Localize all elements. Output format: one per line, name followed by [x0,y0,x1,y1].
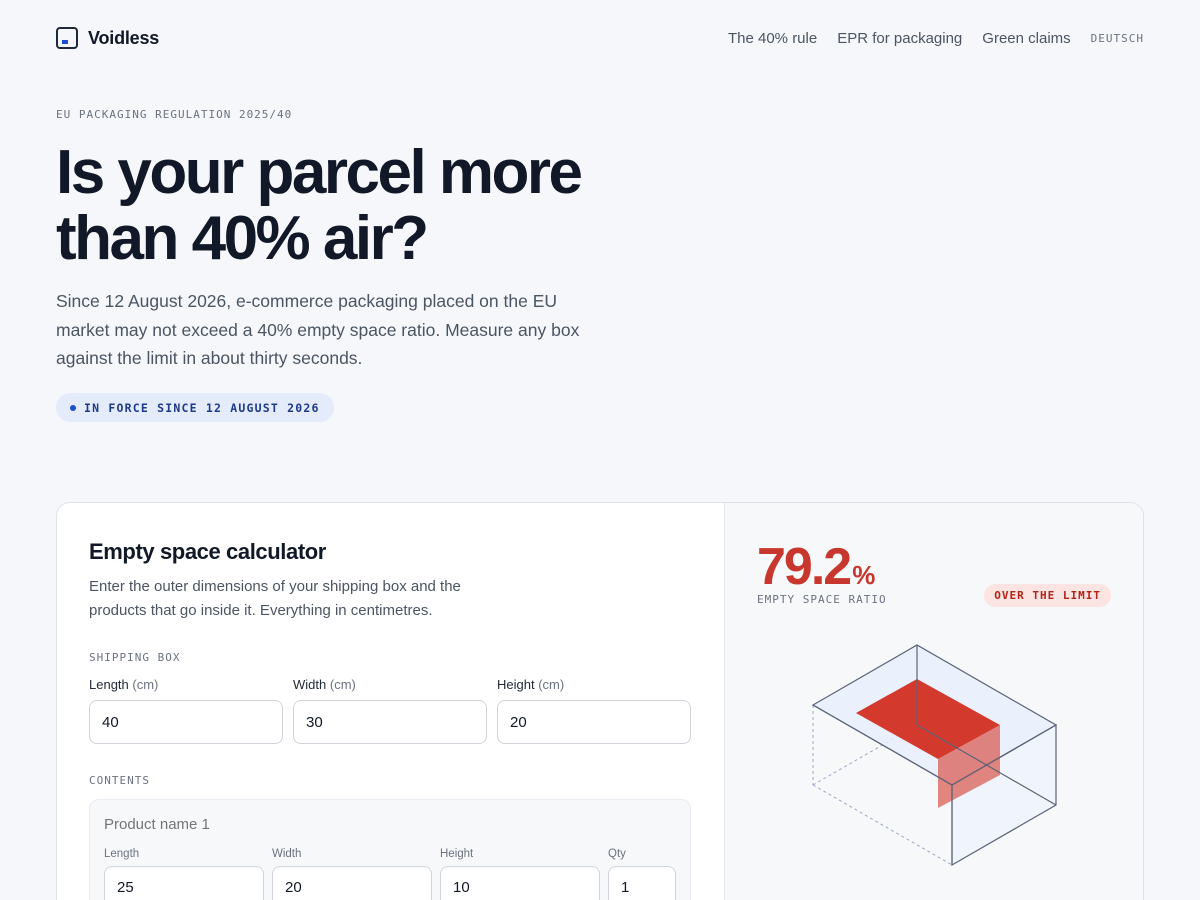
product-fields: Length Width Height Qty [104,848,676,900]
product-width-input[interactable] [272,866,432,900]
language-switch[interactable]: DEUTSCH [1091,32,1144,45]
shipping-box-fields: Length (cm) Width (cm) Height (cm) [89,677,691,744]
nav-item-green-claims[interactable]: Green claims [982,30,1070,47]
product-length-label: Length [104,848,140,860]
product-length-field: Length [104,848,264,900]
box-width-field: Width (cm) [293,677,487,744]
brand[interactable]: Voidless [56,27,159,49]
product-height-field: Height [440,848,600,900]
product-width-field: Width [272,848,432,900]
ratio-unit: % [852,560,876,590]
calculator-form: Empty space calculator Enter the outer d… [57,503,724,900]
contents-label: CONTENTS [89,774,150,787]
box-height-input[interactable] [497,700,691,744]
box-height-field: Height (cm) [497,677,691,744]
status-dot-icon [70,404,76,411]
shipping-box-label: SHIPPING BOX [89,651,181,664]
product-name-input[interactable] [104,816,404,833]
status-badge: OVER THE LIMIT [984,584,1111,607]
product-height-label: Height [440,848,474,860]
box-logo-icon [56,27,78,49]
empty-space-ratio: 79.2 % [757,537,875,597]
product-qty-input[interactable] [608,866,676,900]
box-length-input[interactable] [89,700,283,744]
site-header: Voidless The 40% rule EPR for packaging … [56,26,1144,50]
product-row: Length Width Height Qty [89,799,691,900]
product-qty-label: Qty [608,848,626,860]
status-badge-text: OVER THE LIMIT [994,589,1101,602]
hero-title: Is your parcel more than 40% air? [56,138,583,273]
box-width-input[interactable] [293,700,487,744]
in-force-pill-text: IN FORCE SINCE 12 AUGUST 2026 [84,400,320,415]
product-length-input[interactable] [104,866,264,900]
hero-subtitle: Since 12 August 2026, e-commerce packagi… [56,291,580,368]
box-visualization-icon [811,644,1058,867]
in-force-pill: IN FORCE SINCE 12 AUGUST 2026 [56,393,334,422]
product-width-label: Width [272,848,302,860]
hero-eyebrow: EU PACKAGING REGULATION 2025/40 [56,108,293,121]
calculator-description: Enter the outer dimensions of your shipp… [89,578,461,619]
box-height-label: Height (cm) [497,677,565,692]
ratio-label: EMPTY SPACE RATIO [757,593,887,606]
product-qty-field: Qty [608,848,676,900]
box-width-label: Width (cm) [293,677,356,692]
box-length-field: Length (cm) [89,677,283,744]
main-nav: The 40% rule EPR for packaging Green cla… [728,30,1144,47]
calculator-card: Empty space calculator Enter the outer d… [56,502,1144,900]
result-panel: 79.2 % EMPTY SPACE RATIO OVER THE LIMIT [724,503,1143,900]
ratio-value: 79.2 [757,538,852,596]
product-height-input[interactable] [440,866,600,900]
nav-item-40-rule[interactable]: The 40% rule [728,30,817,47]
calculator-title: Empty space calculator [89,539,326,564]
brand-name: Voidless [88,27,160,48]
box-length-label: Length (cm) [89,677,159,692]
nav-item-epr[interactable]: EPR for packaging [837,30,962,47]
